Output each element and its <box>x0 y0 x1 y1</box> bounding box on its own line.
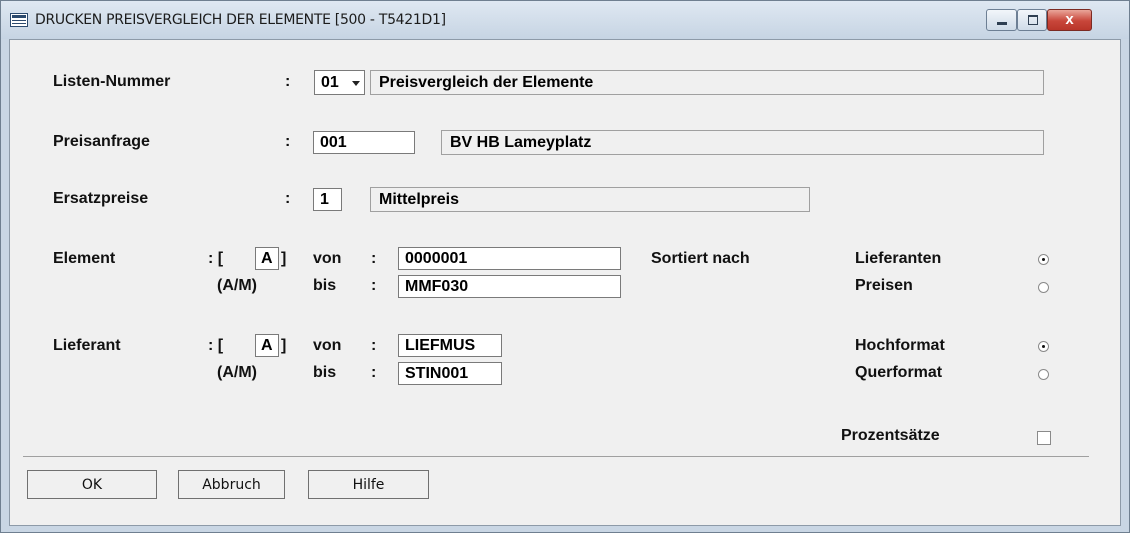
element-mode-prefix: : [ <box>208 250 224 267</box>
lieferant-bis-label: bis <box>313 364 337 381</box>
maximize-button[interactable] <box>1017 9 1047 31</box>
ok-button[interactable]: OK <box>27 470 157 499</box>
lieferant-von-colon: : <box>371 337 377 354</box>
preisanfrage-label: Preisanfrage <box>53 133 150 150</box>
window-title: DRUCKEN PREISVERGLEICH DER ELEMENTE [500… <box>35 12 446 28</box>
dropdown-arrow-icon[interactable] <box>352 81 360 86</box>
lieferant-bis-input[interactable]: STIN001 <box>398 362 502 385</box>
listen-nummer-colon: : <box>285 73 291 90</box>
listen-nummer-value: 01 <box>321 74 339 91</box>
sort-lieferanten-label: Lieferanten <box>855 250 942 267</box>
button-bar: OK Abbruch Hilfe <box>23 459 1089 507</box>
ersatzpreise-label: Ersatzpreise <box>53 190 149 207</box>
close-button[interactable]: x <box>1047 9 1092 31</box>
help-button[interactable]: Hilfe <box>308 470 429 499</box>
element-von-label: von <box>313 250 342 267</box>
lieferant-mode-prefix: : [ <box>208 337 224 354</box>
cancel-button[interactable]: Abbruch <box>178 470 285 499</box>
lieferant-mode-input[interactable]: A <box>255 334 279 357</box>
sort-preisen-radio[interactable] <box>1038 282 1049 293</box>
app-table-icon <box>10 13 28 27</box>
ersatzpreise-description: Mittelpreis <box>370 187 810 212</box>
element-bis-input[interactable]: MMF030 <box>398 275 621 298</box>
element-von-colon: : <box>371 250 377 267</box>
format-hochformat-label: Hochformat <box>855 337 945 354</box>
preisanfrage-description: BV HB Lameyplatz <box>441 130 1044 155</box>
listen-nummer-label: Listen-Nummer <box>53 73 171 90</box>
listen-nummer-description: Preisvergleich der Elemente <box>370 70 1044 95</box>
element-von-input[interactable]: 0000001 <box>398 247 621 270</box>
lieferant-mode-hint: (A/M) <box>217 364 257 381</box>
ersatzpreise-colon: : <box>285 190 291 207</box>
element-mode-input[interactable]: A <box>255 247 279 270</box>
dialog-window: DRUCKEN PREISVERGLEICH DER ELEMENTE [500… <box>0 0 1130 533</box>
element-label: Element <box>53 250 116 267</box>
listen-nummer-combo[interactable]: 01 <box>314 70 365 95</box>
title-bar[interactable]: DRUCKEN PREISVERGLEICH DER ELEMENTE [500… <box>1 1 1129 39</box>
ersatzpreise-input[interactable]: 1 <box>313 188 342 211</box>
element-bis-colon: : <box>371 277 377 294</box>
sort-lieferanten-radio[interactable] <box>1038 254 1049 265</box>
minimize-button[interactable] <box>986 9 1017 31</box>
sortiert-nach-label: Sortiert nach <box>651 250 750 267</box>
element-mode-hint: (A/M) <box>217 277 257 294</box>
lieferant-label: Lieferant <box>53 337 121 354</box>
preisanfrage-input[interactable]: 001 <box>313 131 415 154</box>
prozentsaetze-checkbox[interactable] <box>1037 431 1051 445</box>
lieferant-von-label: von <box>313 337 342 354</box>
close-icon: x <box>1065 11 1074 28</box>
element-bis-label: bis <box>313 277 337 294</box>
lieferant-bis-colon: : <box>371 364 377 381</box>
form-panel: Listen-Nummer : 01 Preisvergleich der El… <box>23 57 1089 457</box>
format-querformat-label: Querformat <box>855 364 943 381</box>
element-mode-suffix: ] <box>281 250 287 267</box>
prozentsaetze-label: Prozentsätze <box>841 427 940 444</box>
format-querformat-radio[interactable] <box>1038 369 1049 380</box>
preisanfrage-colon: : <box>285 133 291 150</box>
format-hochformat-radio[interactable] <box>1038 341 1049 352</box>
sort-preisen-label: Preisen <box>855 277 913 294</box>
lieferant-von-input[interactable]: LIEFMUS <box>398 334 502 357</box>
lieferant-mode-suffix: ] <box>281 337 287 354</box>
